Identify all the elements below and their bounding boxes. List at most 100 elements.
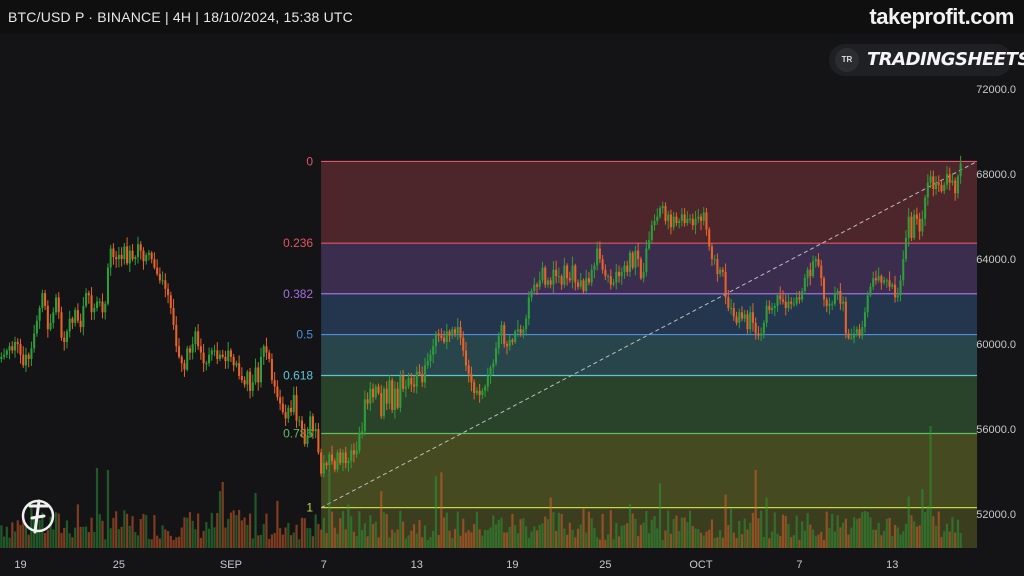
candle-body	[3, 354, 6, 357]
candle-body	[164, 280, 167, 289]
volume-bar	[929, 426, 932, 548]
volume-bar	[238, 509, 241, 548]
volume-bar	[647, 533, 651, 548]
volume-bar	[626, 523, 629, 548]
volume-bar	[525, 526, 528, 548]
volume-bar	[686, 522, 689, 548]
candle-body	[199, 346, 202, 353]
candle-body	[443, 337, 446, 342]
fibonacci-retracement[interactable]: 0 0.236 0.382 0.5 0.618 0.786 1	[283, 154, 978, 548]
volume-bar	[806, 512, 809, 548]
volume-bar	[120, 526, 123, 548]
candle-body	[46, 305, 49, 330]
candle-body	[322, 463, 325, 474]
volume-bar	[913, 521, 916, 548]
volume-bar	[519, 519, 522, 548]
candle-body	[792, 303, 795, 305]
candle-body	[514, 331, 517, 342]
candle-body	[273, 380, 276, 387]
volume-bar	[464, 532, 468, 548]
volume-bar	[571, 529, 574, 548]
volume-bar	[757, 518, 760, 548]
volume-bar	[90, 517, 93, 548]
volume-bar	[872, 529, 875, 548]
volume-bar	[484, 530, 487, 548]
candle-body	[489, 367, 492, 376]
candle-body	[71, 318, 74, 323]
candle-body	[505, 344, 509, 347]
volume-bar	[639, 524, 642, 548]
candle-body	[645, 248, 648, 272]
volume-bar	[339, 518, 342, 548]
price-axis[interactable]: 52000.0 56000.0 60000.0 64000.0 68000.0 72000…	[976, 84, 1016, 521]
volume-bar	[131, 516, 134, 548]
volume-bar	[136, 535, 140, 548]
volume-bar	[453, 528, 457, 548]
candle-body	[699, 216, 703, 221]
volume-bar	[535, 530, 539, 548]
volume-bar	[658, 483, 662, 548]
candle-body	[940, 184, 943, 192]
brand-logo[interactable]: takeprofit.com	[869, 4, 1014, 30]
candle-body	[492, 363, 495, 368]
candle-body	[320, 452, 323, 474]
volume-bar	[891, 535, 894, 548]
volume-bar	[191, 520, 194, 548]
candle-body	[481, 390, 484, 396]
volume-bar	[172, 539, 175, 548]
volume-bar	[164, 529, 167, 548]
volume-bar	[817, 534, 820, 548]
candle-body	[300, 420, 304, 430]
candle-body	[686, 218, 689, 224]
volume-bar	[702, 535, 705, 548]
volume-bar	[371, 524, 375, 548]
candle-body	[929, 176, 932, 183]
volume-bar	[546, 518, 550, 548]
volume-bar	[71, 537, 74, 548]
volume-bar	[617, 536, 621, 548]
volume-bar	[634, 518, 637, 548]
candle-body	[891, 284, 894, 287]
candle-body	[590, 269, 593, 283]
tradingsheets-badge[interactable]: TR TRADINGSHEETS	[829, 44, 1024, 76]
candle-body	[432, 346, 435, 355]
candle-body	[123, 246, 126, 260]
price-chart[interactable]: 0 0.236 0.382 0.5 0.618 0.786 1 52000.0 56000.0…	[0, 34, 1024, 576]
volume-bar	[259, 534, 263, 548]
candle-body	[262, 346, 265, 357]
volume-bar	[243, 517, 246, 548]
time-axis[interactable]: 19 25 SEP 7 13 19 25 OCT 7 13	[14, 559, 898, 571]
volume-bar	[601, 513, 604, 548]
candle-body	[855, 329, 858, 334]
candle-body	[158, 274, 161, 281]
candle-body	[270, 358, 273, 381]
candle-body	[311, 416, 314, 432]
volume-bar	[497, 519, 500, 548]
volume-bar	[754, 470, 757, 548]
volume-bar	[429, 537, 432, 548]
candle-body	[740, 312, 744, 319]
volume-bar	[202, 530, 205, 548]
candle-body	[402, 375, 405, 389]
price-tick-label: 68000.0	[976, 169, 1016, 181]
candle-body	[216, 350, 219, 359]
volume-bar	[907, 496, 910, 548]
volume-bar	[787, 523, 790, 548]
candle-body	[814, 259, 817, 262]
volume-bar	[221, 481, 224, 548]
candle-body	[713, 259, 716, 261]
volume-bar	[527, 537, 530, 548]
volume-bar	[314, 514, 317, 548]
candle-body	[762, 322, 765, 334]
candle-body	[915, 214, 918, 219]
candle-body	[251, 382, 254, 391]
volume-bar	[470, 532, 473, 548]
volume-bar	[847, 534, 850, 548]
volume-bar	[443, 517, 446, 548]
candle-body	[773, 305, 776, 308]
volume-bar	[494, 524, 498, 548]
volume-bar	[852, 517, 856, 548]
candle-body	[268, 352, 271, 359]
fib-level-label: 0.618	[283, 369, 313, 383]
volume-bar	[514, 525, 517, 548]
